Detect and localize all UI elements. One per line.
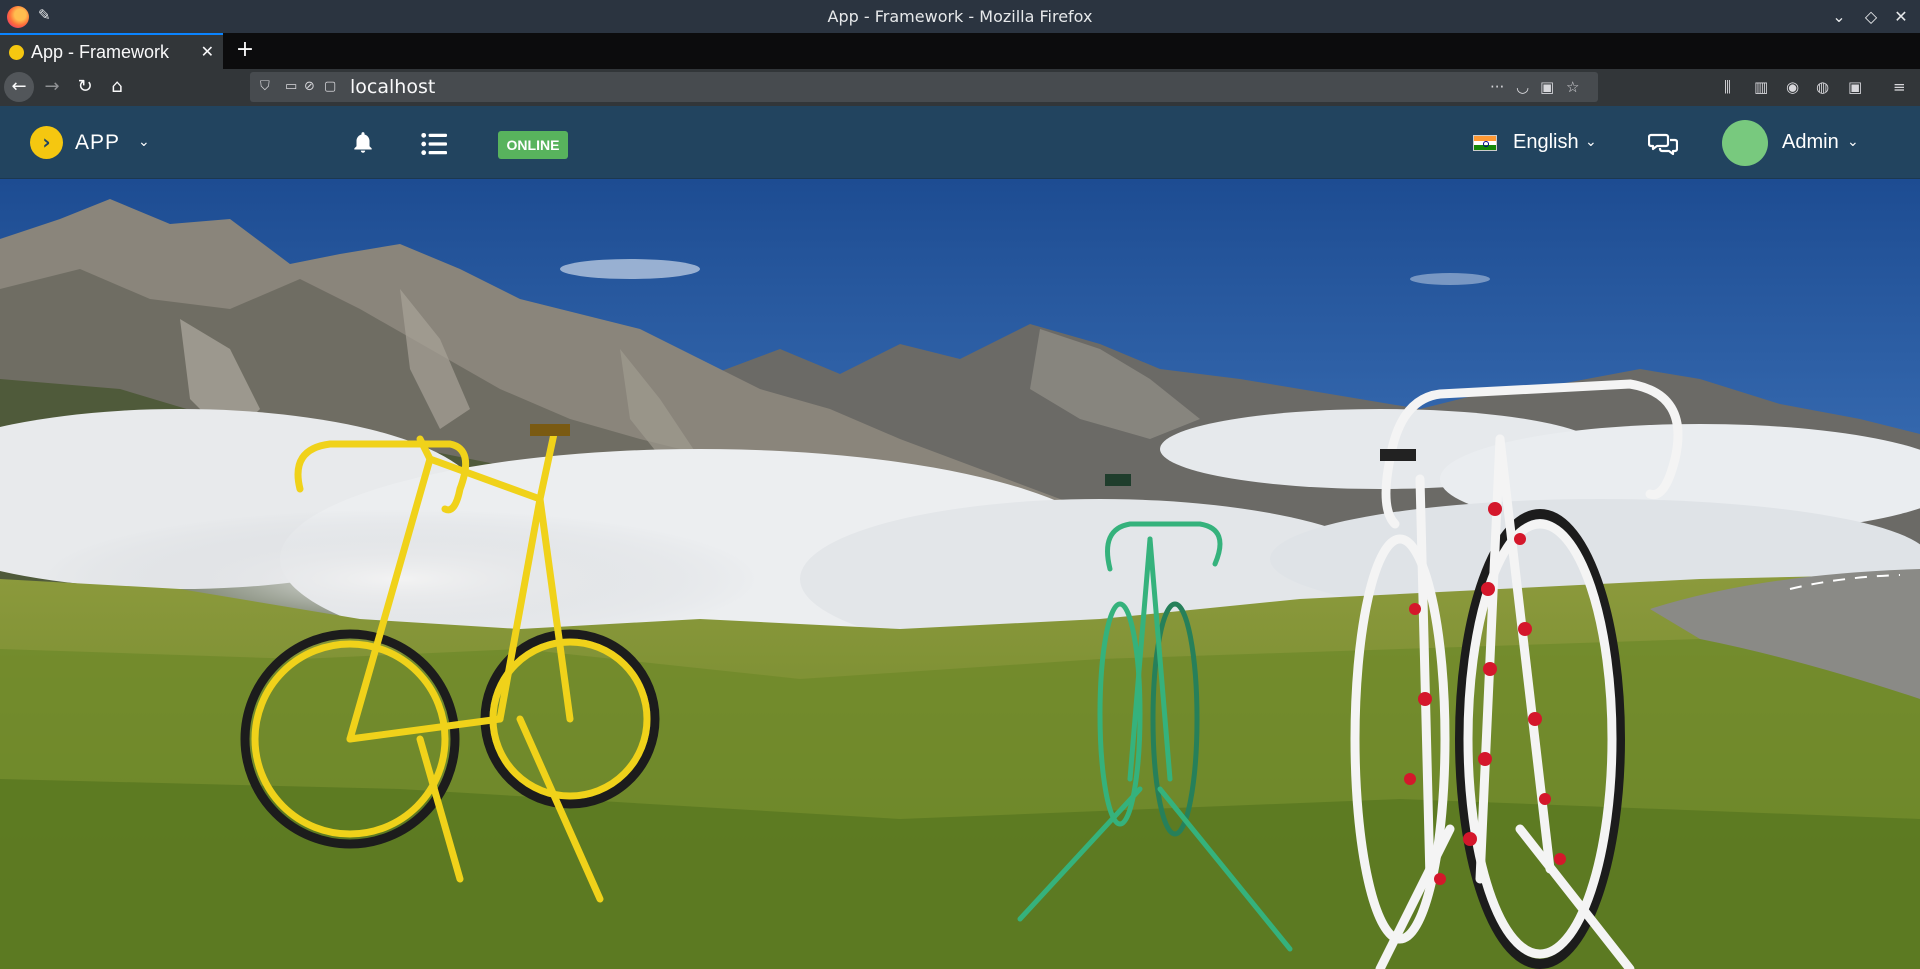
menu-icon[interactable]: ≡ [1893,72,1906,102]
user-chevron-down-icon[interactable]: ⌄ [1847,106,1859,179]
page-actions-icon[interactable]: ··· [1490,72,1504,102]
india-flag-icon[interactable] [1473,135,1497,151]
bell-icon[interactable] [350,130,376,156]
tab-strip: App - Framework ✕ + [0,33,1920,69]
new-tab-button[interactable]: + [230,33,260,69]
pocket-icon[interactable]: ◡ [1516,72,1529,102]
permissions-icon[interactable]: ⊘ [304,72,315,102]
sidebar-icon[interactable]: ▥ [1754,72,1768,102]
forward-icon[interactable]: → [37,72,67,102]
chevron-right-logo-icon[interactable]: › [30,126,63,159]
tab-close-icon[interactable]: ✕ [201,35,214,69]
back-icon[interactable]: ← [4,72,34,102]
url-bar[interactable]: ⛉ ▭ ⊘ ▢ localhost ··· ◡ ▣ ☆ [250,72,1598,102]
status-badge: ONLINE [498,131,568,159]
app-name[interactable]: APP [75,106,120,179]
app-header: › APP ⌄ ONLINE English ⌄ Admin ⌄ [0,106,1920,179]
favicon-icon [9,45,24,60]
avatar[interactable] [1722,120,1768,166]
restore-icon[interactable]: ◇ [1858,4,1884,30]
chat-icon[interactable] [1648,131,1678,157]
list-icon[interactable] [421,132,447,156]
navigation-bar: ← → ↻ ⌂ ⛉ ▭ ⊘ ▢ localhost ··· ◡ ▣ ☆ ⫼ ▥ … [0,69,1920,106]
account-icon[interactable]: ◉ [1786,72,1799,102]
tab-app-framework[interactable]: App - Framework ✕ [0,33,223,69]
app-menu-chevron-down-icon[interactable]: ⌄ [138,106,150,179]
window-title: App - Framework - Mozilla Firefox [827,7,1093,26]
landscape-image [0,179,1920,969]
comment-icon[interactable]: ▢ [324,72,336,102]
language-chevron-down-icon[interactable]: ⌄ [1585,106,1597,179]
extension-icon[interactable]: ▣ [1848,72,1862,102]
library-icon[interactable]: ⫼ [1724,72,1731,102]
translate-icon[interactable]: ▣ [1540,72,1554,102]
minimize-icon[interactable]: ⌄ [1826,4,1852,30]
shield-icon[interactable]: ⛉ [260,72,270,102]
hero-background-image [0,179,1920,969]
language-selector[interactable]: English [1513,106,1579,179]
page-icon[interactable]: ▭ [285,72,297,102]
bookmark-star-icon[interactable]: ☆ [1566,72,1579,102]
tab-label: App - Framework [31,42,170,62]
user-name[interactable]: Admin [1782,106,1839,179]
os-titlebar: ✎ App - Framework - Mozilla Firefox ⌄ ◇ … [0,0,1920,33]
home-icon[interactable]: ⌂ [102,72,132,102]
reload-icon[interactable]: ↻ [70,72,100,102]
globe-icon[interactable]: ◍ [1816,72,1829,102]
close-icon[interactable]: ✕ [1888,4,1914,30]
url-text[interactable]: localhost [350,72,435,102]
